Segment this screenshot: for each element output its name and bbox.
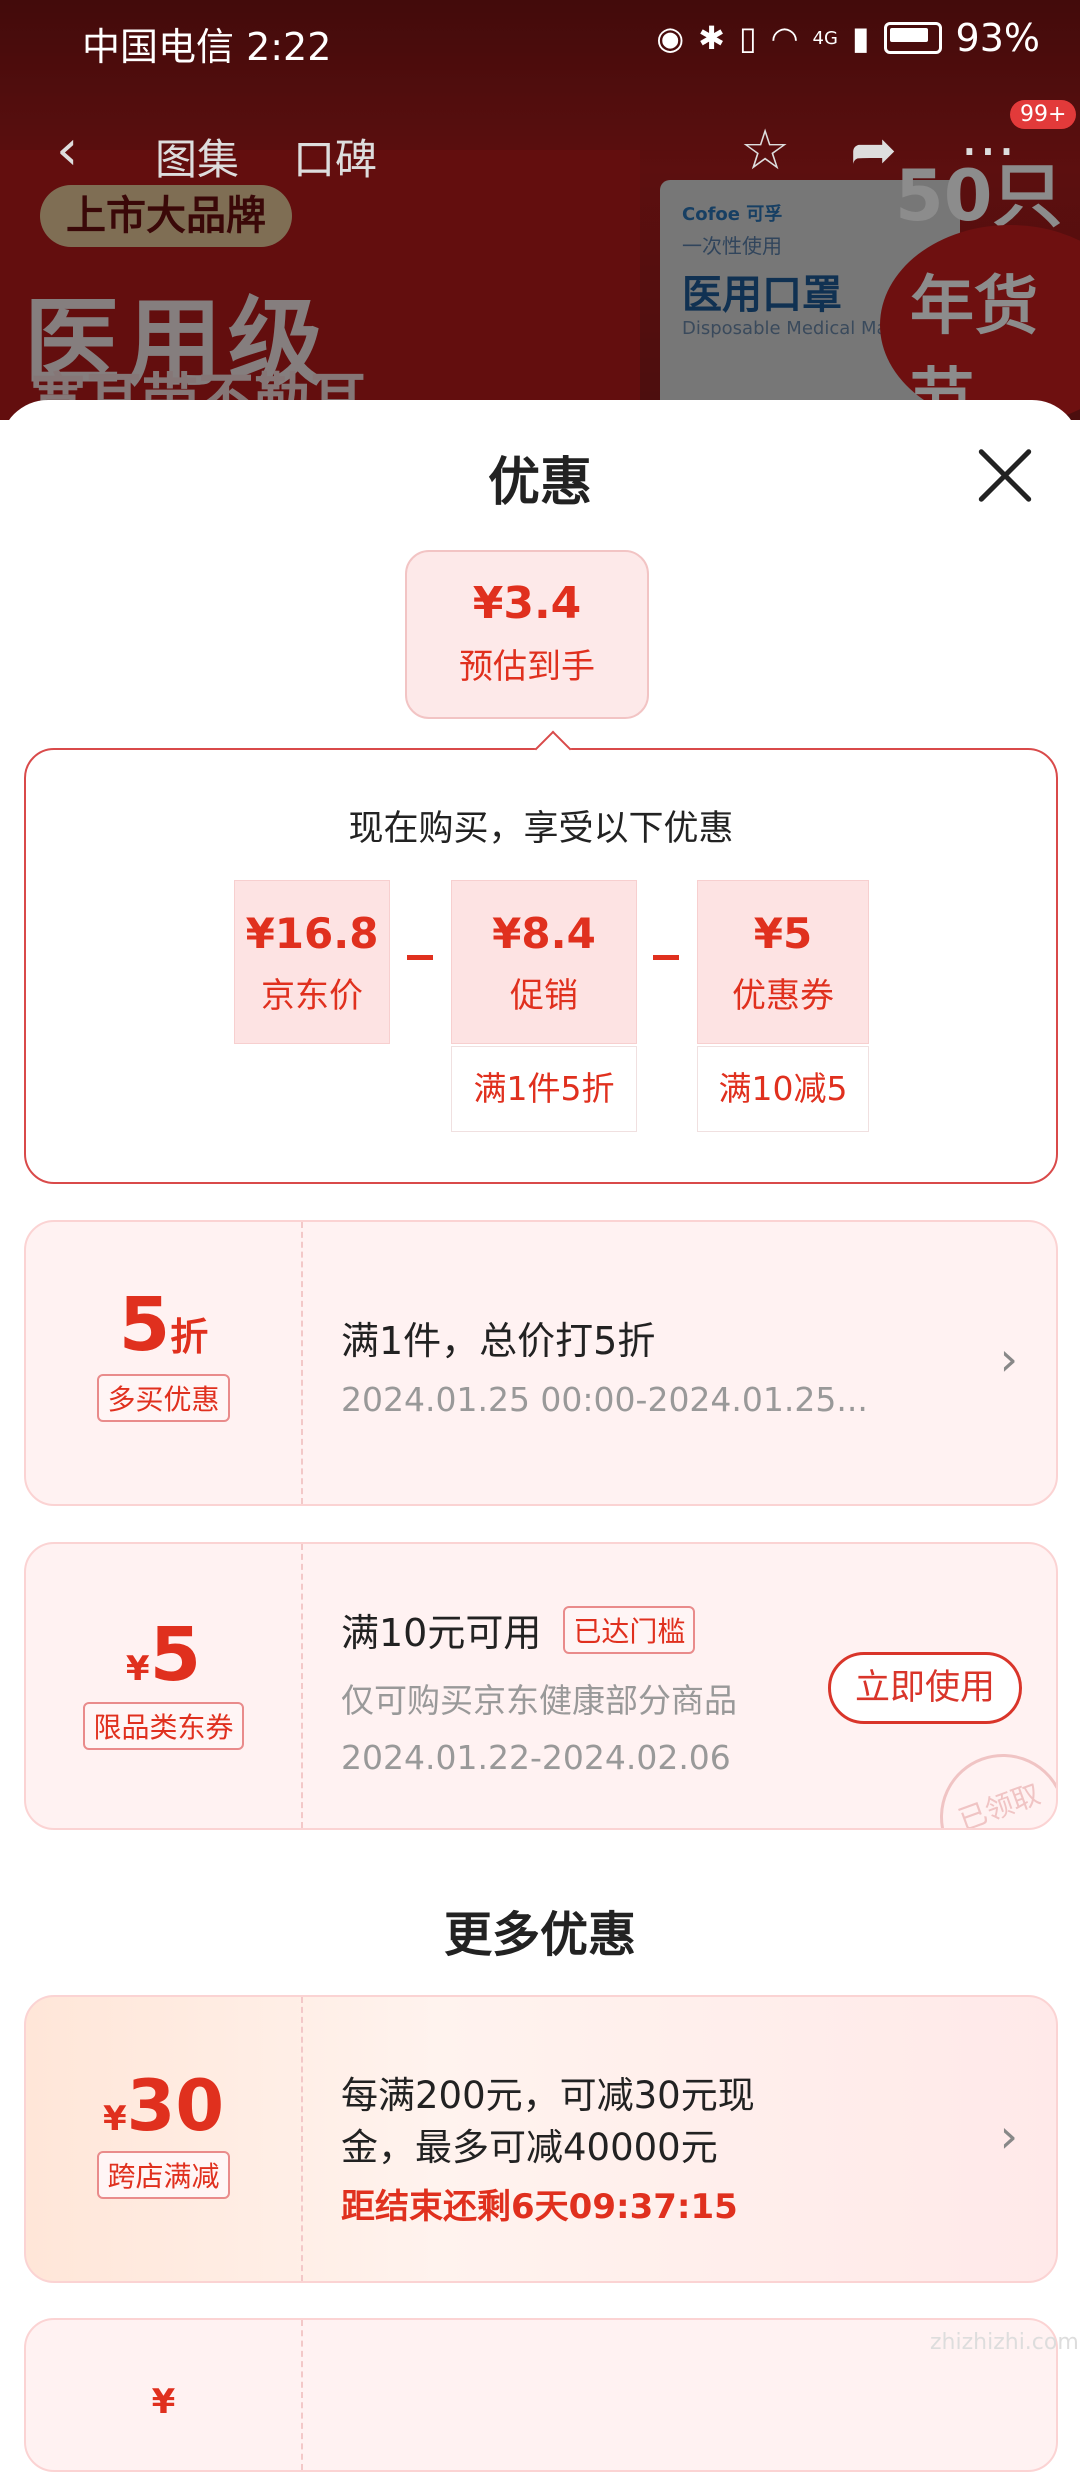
estimated-price-chip: ¥3.4 预估到手 <box>405 550 649 719</box>
battery-icon <box>883 22 942 54</box>
promo-line1: 每满200元，可减30元现 <box>341 2074 755 2117</box>
promo-value-wrap: ¥ <box>26 2382 301 2422</box>
promo-title: 满1件，总价打5折 <box>341 1319 656 1363</box>
estimated-price-label: 预估到手 <box>459 647 595 687</box>
coupon-title: 满10元可用 <box>341 1611 542 1655</box>
currency-symbol: ¥ <box>102 2099 127 2139</box>
wifi-icon: ◠ <box>770 19 799 57</box>
price-box-note: 满1件5折 <box>451 1046 637 1132</box>
promo-left: ¥5 限品类东券 <box>26 1544 301 1828</box>
promo-card-partial[interactable]: ¥ <box>24 2318 1058 2472</box>
promo-value: 5 <box>149 1612 202 1698</box>
promo-countdown: 距结束还剩6天09:37:15 <box>341 2187 738 2227</box>
share-icon[interactable]: ➦ <box>850 118 897 183</box>
promo-value: 5 <box>118 1282 171 1368</box>
price-box-jd: ¥16.8 京东价 <box>234 880 390 1044</box>
chevron-right-icon[interactable]: › <box>1000 2109 1018 2163</box>
threshold-badge: 已达门槛 <box>563 1605 696 1654</box>
currency-symbol: ¥ <box>125 1649 150 1689</box>
sheet-title: 优惠 <box>487 453 592 513</box>
tab-reviews[interactable]: 口碑 <box>293 126 377 187</box>
watermark: zhizhizhi.com <box>930 2330 1079 2355</box>
battery-percent: 93% <box>955 16 1040 60</box>
coupon-title-row: 满10元可用 已达门槛 <box>341 1602 696 1657</box>
promo-value-wrap: ¥5 <box>26 1612 301 1698</box>
claimed-stamp: 已领取 <box>922 1736 1056 1828</box>
back-icon[interactable]: ‹ <box>56 118 78 183</box>
promo-card-crossstore[interactable]: ¥30 跨店满减 每满200元，可减30元现 金，最多可减40000元 距结束还… <box>24 1995 1058 2283</box>
promo-left: 5折 多买优惠 <box>26 1222 301 1504</box>
status-icons: ◉ ✱ ▯ ◠ 4G ▮ 93% <box>656 16 1040 60</box>
promo-left: ¥ <box>26 2320 301 2470</box>
price-box-label: 优惠券 <box>732 976 834 1016</box>
promo-card-discount[interactable]: 5折 多买优惠 满1件，总价打5折 2024.01.25 00:00-2024.… <box>24 1220 1058 1506</box>
breakdown-heading: 现在购买，享受以下优惠 <box>348 809 734 849</box>
promo-period: 2024.01.25 00:00-2024.01.25... <box>341 1380 868 1419</box>
vibrate-icon: ▯ <box>738 19 757 57</box>
carrier-time: 中国电信 2:22 <box>82 25 332 69</box>
network-label: 4G <box>812 27 838 49</box>
price-breakdown: 现在购买，享受以下优惠 ¥16.8 京东价 ¥8.4 促销 满1件5折 ¥5 优… <box>24 730 1058 1184</box>
card-divider <box>301 1222 303 1504</box>
coupon-desc: 仅可购买京东健康部分商品 <box>341 1681 737 1720</box>
price-box-promo: ¥8.4 促销 <box>451 880 637 1044</box>
more-icon[interactable]: ⋯ <box>960 118 1016 183</box>
price-box-amount: ¥5 <box>753 909 813 958</box>
card-divider <box>301 2320 303 2470</box>
signal-icon: ▮ <box>851 19 870 57</box>
promo-line2: 金，最多可减40000元 <box>341 2126 718 2169</box>
price-box-label: 促销 <box>510 976 578 1016</box>
promo-value-wrap: ¥30 <box>26 2065 301 2147</box>
promo-tag: 限品类东券 <box>83 1702 244 1750</box>
card-divider <box>301 1997 303 2281</box>
promo-card-coupon[interactable]: ¥5 限品类东券 满10元可用 已达门槛 仅可购买京东健康部分商品 2024.0… <box>24 1542 1058 1830</box>
minus-icon <box>653 955 679 960</box>
chevron-right-icon[interactable]: › <box>1000 1332 1018 1386</box>
promo-unit: 折 <box>170 1315 209 1359</box>
price-box-coupon: ¥5 优惠券 <box>697 880 869 1044</box>
price-box-amount: ¥16.8 <box>245 909 379 958</box>
estimated-price: ¥3.4 <box>472 578 582 629</box>
more-offers-title: 更多优惠 <box>443 1907 636 1963</box>
promo-value-wrap: 5折 <box>26 1282 301 1368</box>
star-icon[interactable]: ☆ <box>740 118 790 183</box>
promo-tag: 跨店满减 <box>97 2151 230 2199</box>
tab-gallery[interactable]: 图集 <box>155 126 239 187</box>
price-box-note: 满10减5 <box>697 1046 869 1132</box>
status-bar: 中国电信 2:22 ◉ ✱ ▯ ◠ 4G ▮ 93% <box>0 0 1080 74</box>
price-box-amount: ¥8.4 <box>492 909 596 958</box>
promo-value: 30 <box>126 2065 225 2147</box>
bluetooth-icon: ✱ <box>698 19 725 57</box>
promo-left: ¥30 跨店满减 <box>26 1997 301 2281</box>
card-divider <box>301 1544 303 1828</box>
close-icon[interactable] <box>975 445 1035 505</box>
eye-icon: ◉ <box>656 19 685 57</box>
use-now-button[interactable]: 立即使用 <box>828 1652 1022 1724</box>
minus-icon <box>407 955 433 960</box>
price-box-label: 京东价 <box>261 976 363 1016</box>
promo-tag: 多买优惠 <box>97 1374 230 1422</box>
currency-symbol: ¥ <box>151 2382 176 2422</box>
coupon-period: 2024.01.22-2024.02.06 <box>341 1738 731 1777</box>
top-nav: ‹ 图集 口碑 ☆ ➦ ⋯ <box>0 110 1080 190</box>
